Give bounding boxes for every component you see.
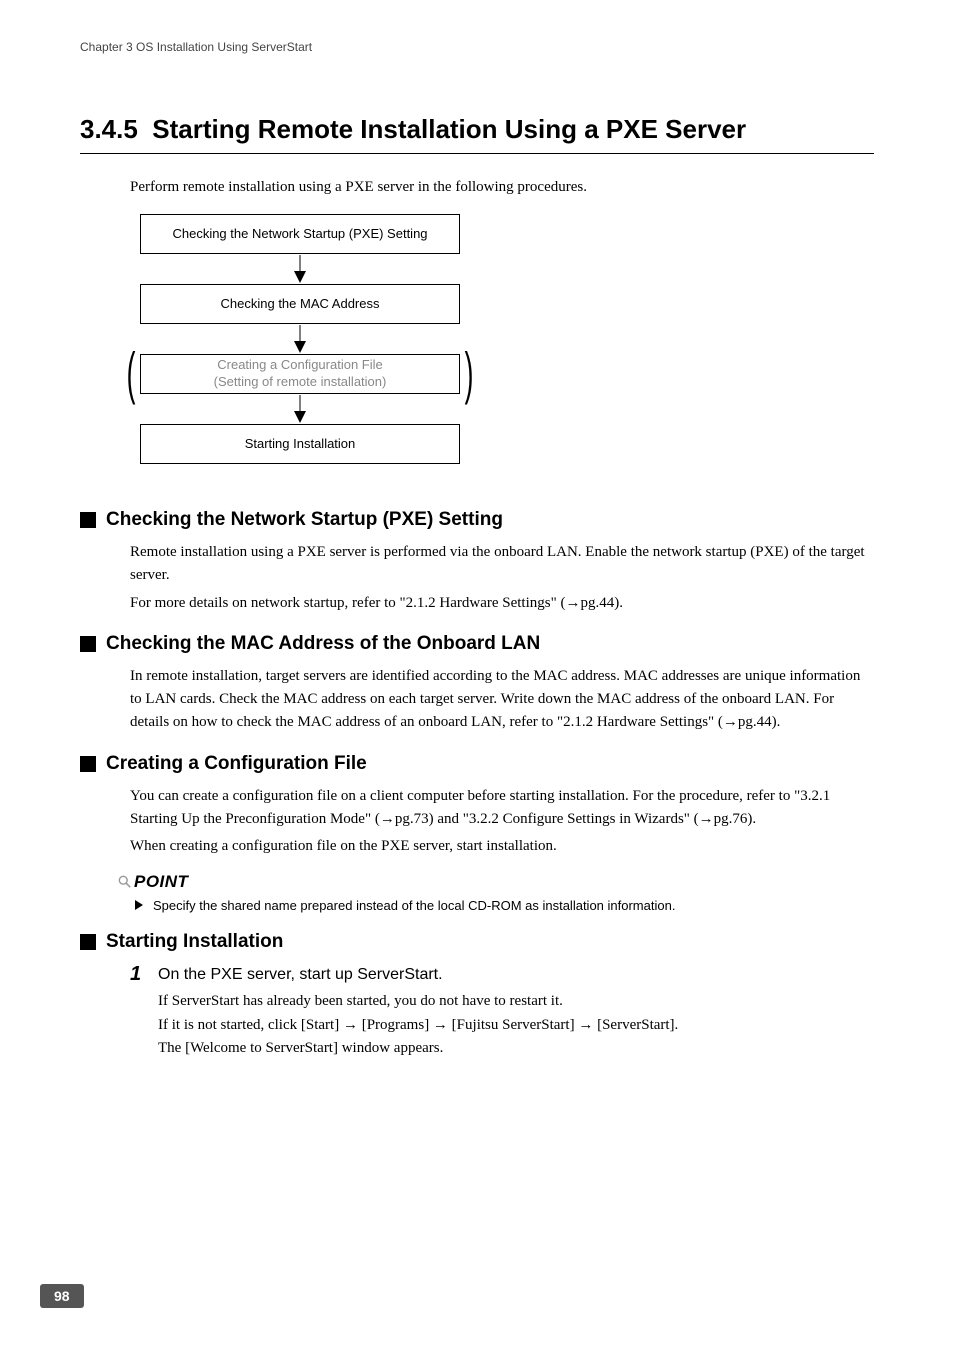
arrow-down-icon [140, 394, 460, 424]
triangle-bullet-icon [135, 900, 143, 910]
arrow-down-icon [140, 254, 460, 284]
step-body-line: The [Welcome to ServerStart] window appe… [158, 1037, 874, 1060]
magnifier-icon [118, 875, 132, 889]
square-bullet-icon [80, 934, 96, 950]
flow-box-starting-install: Starting Installation [140, 424, 460, 464]
flow-box-pxe-setting: Checking the Network Startup (PXE) Setti… [140, 214, 460, 254]
body-paragraph: When creating a configuration file on th… [130, 835, 874, 858]
page-number-badge: 98 [40, 1284, 84, 1308]
step-row: 1 On the PXE server, start up ServerStar… [130, 963, 874, 986]
point-item-text: Specify the shared name prepared instead… [153, 898, 675, 913]
step-title: On the PXE server, start up ServerStart. [158, 966, 443, 984]
point-label: POINT [118, 872, 874, 892]
square-bullet-icon [80, 636, 96, 652]
flowchart: Checking the Network Startup (PXE) Setti… [140, 214, 874, 464]
subsection-title: Creating a Configuration File [106, 753, 367, 775]
subsection-mac-address: Checking the MAC Address of the Onboard … [80, 633, 874, 655]
point-text: POINT [134, 872, 188, 892]
chapter-header: Chapter 3 OS Installation Using ServerSt… [80, 40, 874, 54]
body-paragraph: For more details on network startup, ref… [130, 592, 874, 615]
step-number: 1 [130, 963, 158, 986]
subsection-title: Checking the Network Startup (PXE) Setti… [106, 509, 503, 531]
section-number: 3.4.5 [80, 114, 138, 144]
subsection-pxe-setting: Checking the Network Startup (PXE) Setti… [80, 509, 874, 531]
flow-box3-line1: Creating a Configuration File [217, 357, 382, 372]
subsection-title: Starting Installation [106, 931, 283, 953]
step-body-line: If it is not started, click [Start] → [P… [158, 1014, 874, 1037]
body-paragraph: Remote installation using a PXE server i… [130, 541, 874, 588]
intro-paragraph: Perform remote installation using a PXE … [130, 179, 874, 196]
flow-box3-line2: (Setting of remote installation) [214, 374, 387, 389]
body-paragraph: You can create a configuration file on a… [130, 785, 874, 832]
flow-box-config-file: Creating a Configuration File (Setting o… [140, 354, 460, 394]
square-bullet-icon [80, 756, 96, 772]
body-paragraph: In remote installation, target servers a… [130, 665, 874, 735]
subsection-starting-install: Starting Installation [80, 931, 874, 953]
point-bullet-item: Specify the shared name prepared instead… [135, 898, 874, 913]
step-body-line: If ServerStart has already been started,… [158, 990, 874, 1013]
right-paren-icon: ) [464, 351, 475, 397]
section-title-text: Starting Remote Installation Using a PXE… [152, 114, 746, 144]
subsection-title: Checking the MAC Address of the Onboard … [106, 633, 540, 655]
square-bullet-icon [80, 512, 96, 528]
flow-box-mac-address: Checking the MAC Address [140, 284, 460, 324]
left-paren-icon: ( [126, 351, 137, 397]
section-title: 3.4.5 Starting Remote Installation Using… [80, 114, 874, 154]
arrow-down-icon [140, 324, 460, 354]
subsection-config-file: Creating a Configuration File [80, 753, 874, 775]
